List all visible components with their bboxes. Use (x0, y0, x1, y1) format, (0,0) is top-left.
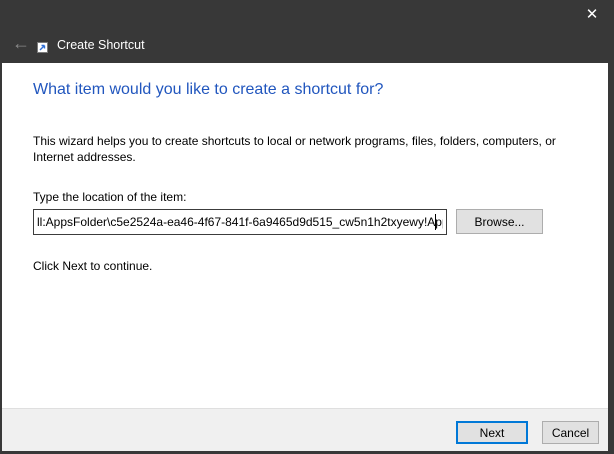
shortcut-icon (37, 40, 48, 53)
page-title: What item would you like to create a sho… (33, 81, 384, 98)
next-button[interactable]: Next (456, 421, 528, 444)
close-button[interactable]: ✕ (572, 2, 612, 28)
cancel-button[interactable]: Cancel (542, 421, 599, 444)
back-arrow-icon: ← (12, 33, 30, 53)
location-input-wrap (33, 209, 447, 235)
create-shortcut-window: ✕ ← Create Shortcut What item would you … (0, 0, 614, 454)
titlebar: ✕ ← Create Shortcut (0, 0, 614, 63)
close-icon: ✕ (585, 6, 599, 23)
text-caret (435, 214, 436, 230)
wizard-description: This wizard helps you to create shortcut… (33, 134, 556, 164)
window-title: Create Shortcut (57, 38, 145, 52)
next-hint: Click Next to continue. (33, 259, 153, 273)
browse-button[interactable]: Browse... (456, 209, 543, 234)
location-label: Type the location of the item: (33, 190, 187, 204)
wizard-content: What item would you like to create a sho… (2, 63, 608, 408)
footer: Next Cancel (2, 408, 608, 451)
back-button[interactable]: ← (8, 32, 34, 54)
location-input[interactable] (33, 209, 447, 235)
